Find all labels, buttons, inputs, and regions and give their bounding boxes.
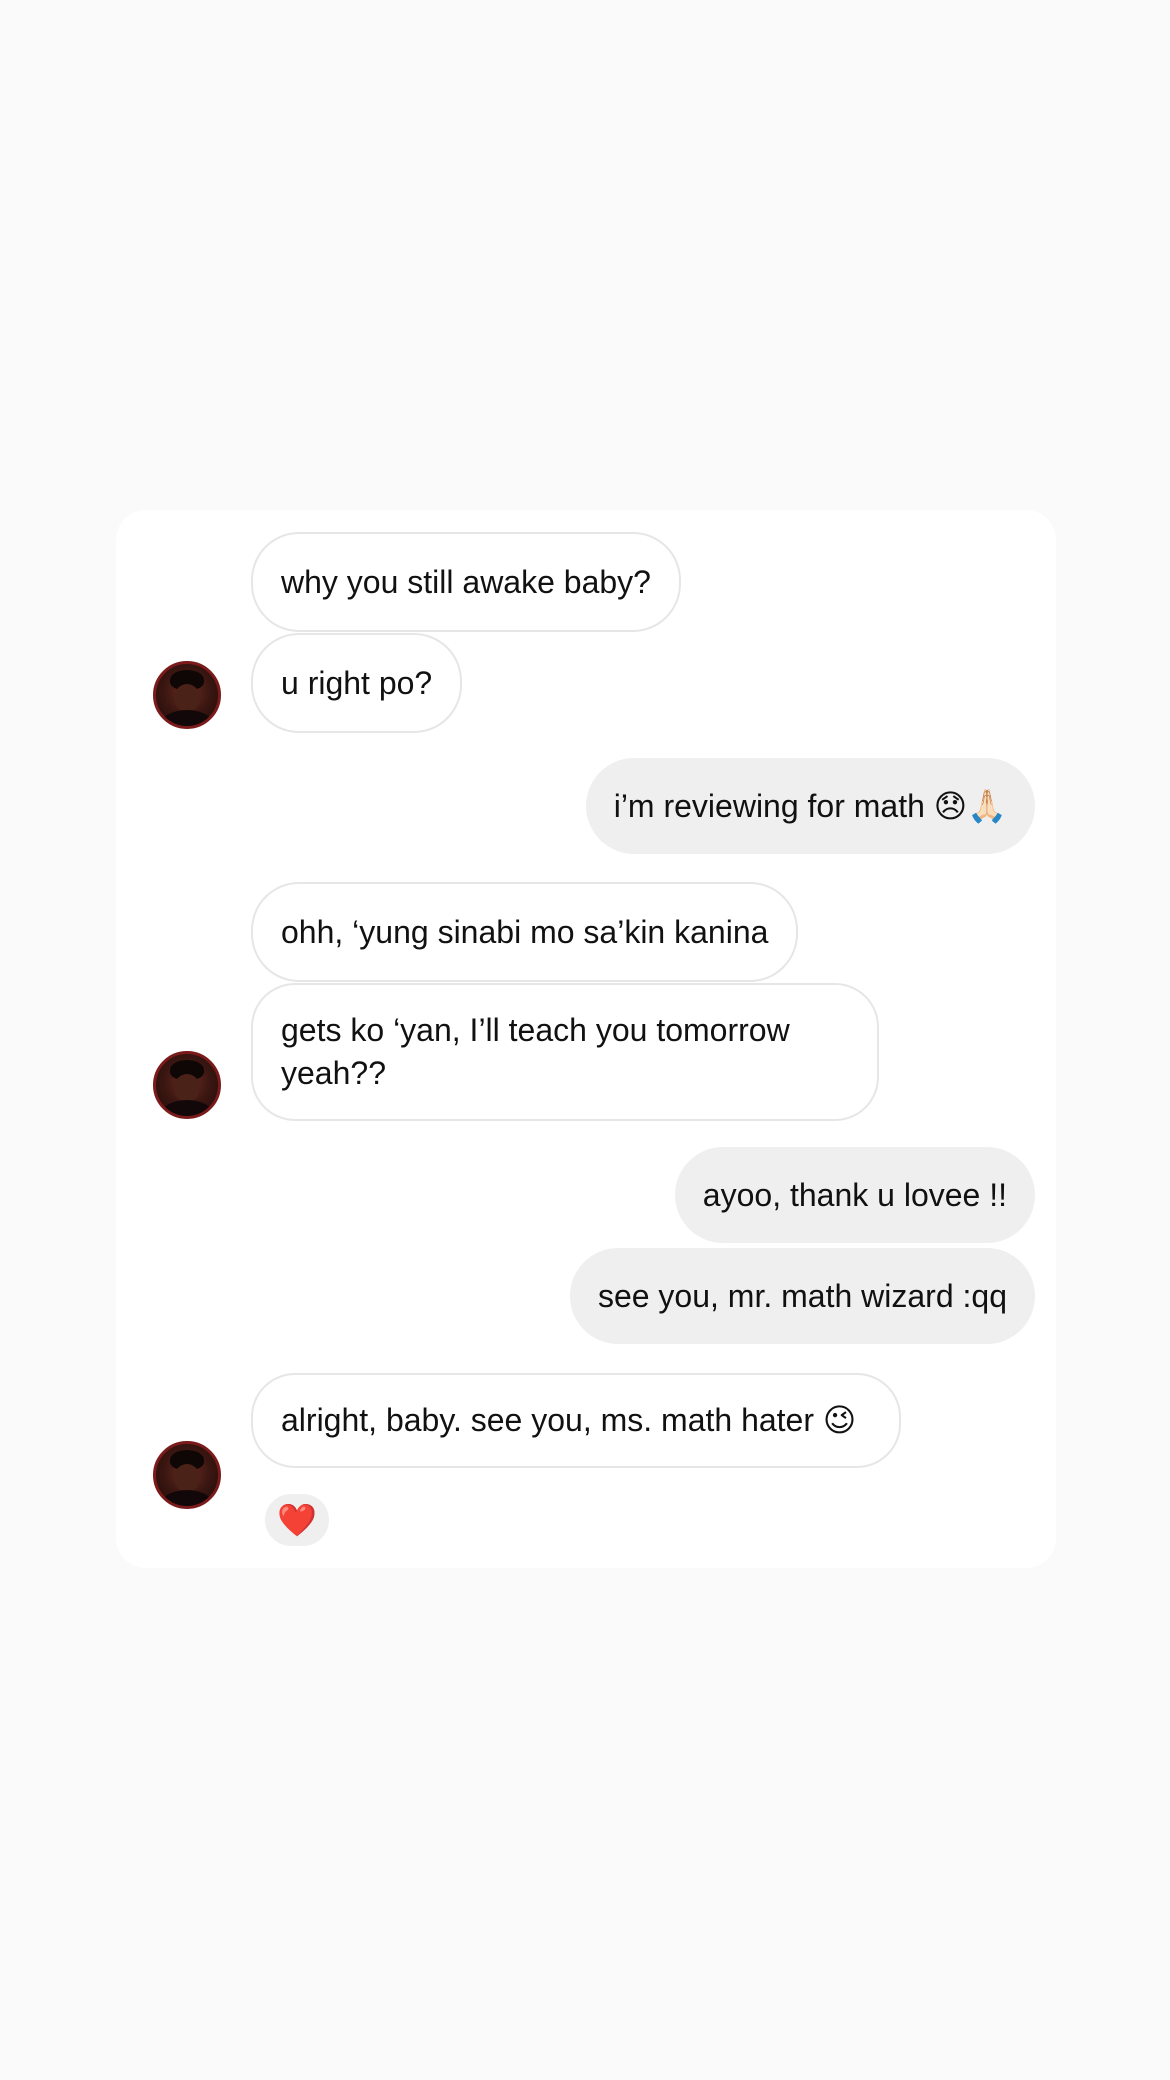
contact-avatar[interactable] bbox=[153, 1441, 221, 1509]
reaction-emoji: ❤️ bbox=[277, 1502, 317, 1538]
message-text: gets ko ‘yan, I’ll teach you tomorrow ye… bbox=[281, 1012, 790, 1091]
message-incoming[interactable]: u right po? bbox=[251, 633, 463, 733]
message-text: alright, baby. see you, ms. math hater 😉 bbox=[281, 1402, 857, 1438]
message-text: i’m reviewing for math 😞🙏🏻 bbox=[613, 788, 1007, 824]
message-text: ayoo, thank u lovee !! bbox=[702, 1177, 1007, 1213]
message-text: u right po? bbox=[281, 665, 433, 701]
message-text: why you still awake baby? bbox=[281, 564, 651, 600]
avatar-face bbox=[174, 1464, 200, 1492]
message-text: ohh, ‘yung sinabi mo sa’kin kanina bbox=[281, 914, 769, 950]
message-incoming[interactable]: why you still awake baby? bbox=[251, 532, 681, 632]
message-incoming[interactable]: gets ko ‘yan, I’ll teach you tomorrow ye… bbox=[251, 983, 879, 1121]
message-incoming[interactable]: ohh, ‘yung sinabi mo sa’kin kanina bbox=[251, 882, 799, 982]
contact-avatar[interactable] bbox=[153, 661, 221, 729]
avatar-face bbox=[174, 1074, 200, 1102]
contact-avatar[interactable] bbox=[153, 1051, 221, 1119]
avatar-face bbox=[174, 684, 200, 712]
message-text: see you, mr. math wizard :qq bbox=[597, 1278, 1007, 1314]
heart-reaction-icon[interactable]: ❤️ bbox=[262, 1491, 332, 1549]
message-outgoing[interactable]: see you, mr. math wizard :qq bbox=[569, 1248, 1035, 1344]
message-incoming[interactable]: alright, baby. see you, ms. math hater 😉 bbox=[251, 1373, 901, 1468]
message-outgoing[interactable]: i’m reviewing for math 😞🙏🏻 bbox=[585, 758, 1035, 854]
message-outgoing[interactable]: ayoo, thank u lovee !! bbox=[674, 1147, 1035, 1243]
